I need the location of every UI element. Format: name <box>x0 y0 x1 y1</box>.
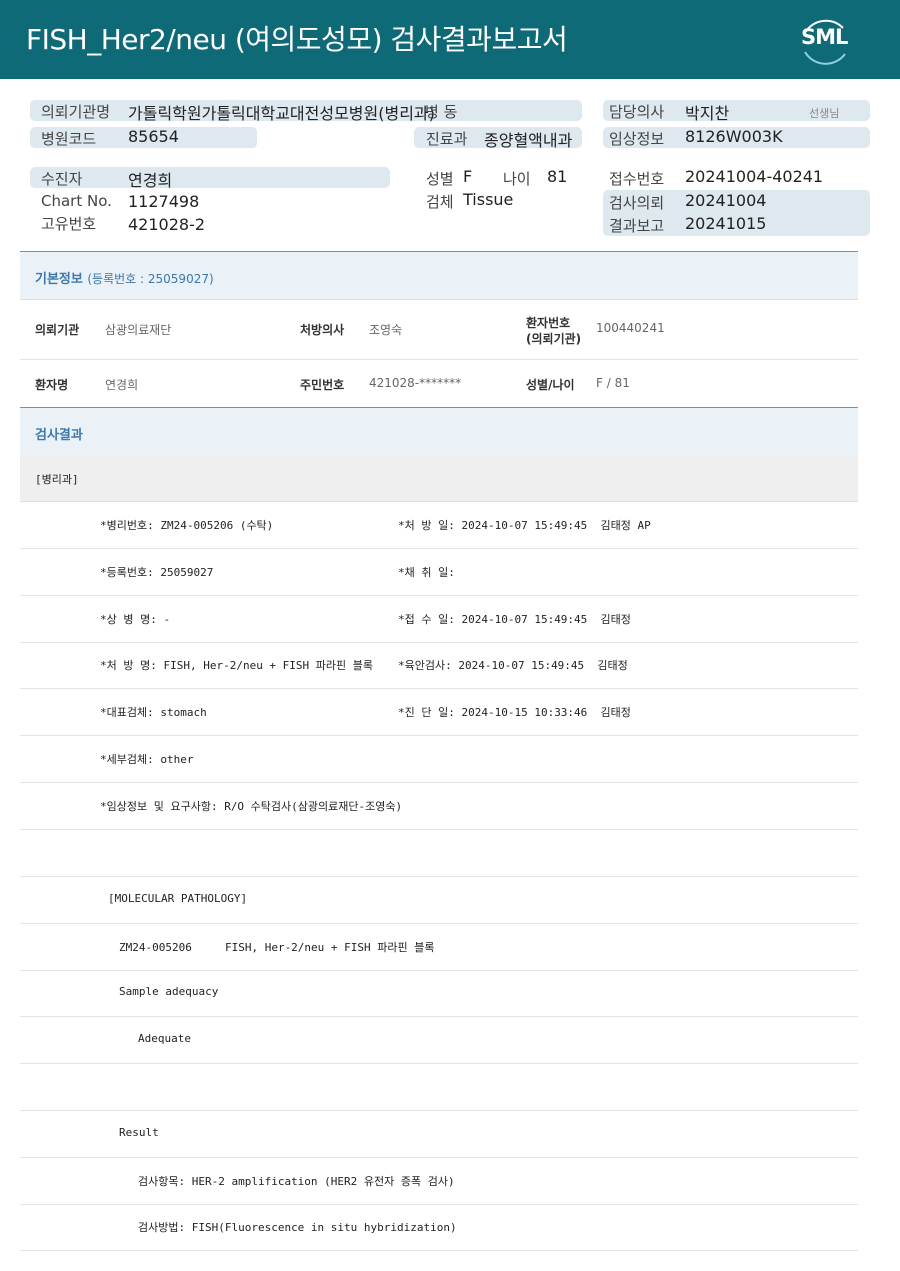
resident-number-key: 주민번호 <box>300 378 345 392</box>
sex-label: 성별 <box>426 170 454 188</box>
basic-info-title: 기본정보 (등록번호 : 25059027) <box>35 268 214 287</box>
receipt-value: 20241004-40241 <box>685 167 824 186</box>
result-field-left: *상 병 명: - <box>100 613 171 626</box>
result-field-left: *등록번호: 25059027 <box>100 566 214 579</box>
chart-label: Chart No. <box>41 192 112 210</box>
report-row: Sample adequacy <box>20 970 858 1017</box>
result-row: *대표검체: stomach *진 단 일: 2024-10-15 10:33:4… <box>20 689 858 736</box>
results-title: 검사결과 <box>35 428 83 443</box>
registration-note: (등록번호 : 25059027) <box>87 272 214 286</box>
requester-org-key: 의뢰기관 <box>35 323 80 337</box>
specimen-value: Tissue <box>463 190 514 209</box>
patient-number-key: 환자번호 <box>526 316 571 330</box>
unique-label: 고유번호 <box>41 215 97 233</box>
report-line-text: [MOLECULAR PATHOLOGY] <box>108 892 248 905</box>
result-field-right: *처 방 일: 2024-10-07 15:49:45 김태정 AP <box>398 519 651 532</box>
sml-logo: SML <box>795 10 855 70</box>
report-line-text: ZM24-005206 FISH, Her-2/neu + FISH 파라핀 블… <box>119 941 435 954</box>
age-value: 81 <box>547 167 568 186</box>
requester-value: 가톨릭학원가톨릭대학교대전성모병원(병리과) <box>128 104 435 123</box>
basic-info-row: 환자명 연경희 주민번호 421028-******* 성별/나이 F / 81 <box>20 360 858 408</box>
unique-value: 421028-2 <box>128 215 206 234</box>
prescriber-value: 조영숙 <box>369 323 403 337</box>
department-subheader: [병리과] <box>20 455 858 502</box>
patient-name-value: 연경희 <box>105 378 139 392</box>
prescriber-key: 처방의사 <box>300 323 345 337</box>
clinical-label: 임상정보 <box>609 130 665 148</box>
department-label: [병리과] <box>35 473 79 486</box>
logo-text: SML <box>801 25 848 49</box>
results-header: 검사결과 <box>20 408 858 456</box>
basic-info-title-text: 기본정보 <box>35 272 83 287</box>
result-field-left: *세부검체: other <box>100 753 194 766</box>
hospital-code-value: 85654 <box>128 127 179 146</box>
result-field-right: *채 취 일: <box>398 566 455 579</box>
requester-label: 의뢰기관명 <box>41 103 111 121</box>
result-field-right: *육안검사: 2024-10-07 15:49:45 김태정 <box>398 659 628 672</box>
chart-value: 1127498 <box>128 192 200 211</box>
resident-number-value: 421028-******* <box>369 376 462 390</box>
report-date-value: 20241015 <box>685 214 767 233</box>
doctor-value: 박지찬 <box>685 104 730 123</box>
sex-age-key: 성별/나이 <box>526 378 575 392</box>
report-line-text: Adequate <box>138 1032 191 1045</box>
clinical-value: 8126W003K <box>685 127 783 146</box>
result-field-right: *접 수 일: 2024-10-07 15:49:45 김태정 <box>398 613 631 626</box>
age-label: 나이 <box>503 170 531 188</box>
report-title: FISH_Her2/neu (여의도성모) 검사결과보고서 <box>26 23 568 56</box>
dept-label: 진료과 <box>426 130 468 148</box>
report-line-text: 검사항목: HER-2 amplification (HER2 유전자 증폭 검… <box>138 1175 455 1188</box>
result-field-left: *처 방 명: FISH, Her-2/neu + FISH 파라핀 블록 <box>100 659 374 672</box>
report-line-text: Result <box>119 1126 159 1139</box>
result-field-left: *병리번호: ZM24-005206 (수탁) <box>100 519 274 532</box>
result-row: *병리번호: ZM24-005206 (수탁) *처 방 일: 2024-10-0… <box>20 502 858 549</box>
doctor-suffix: 선생님 <box>809 107 840 120</box>
report-row: [MOLECULAR PATHOLOGY] <box>20 877 858 924</box>
dept-value: 종양혈액내과 <box>484 131 573 150</box>
hospital-code-label: 병원코드 <box>41 130 97 148</box>
report-row <box>20 830 858 877</box>
request-date-value: 20241004 <box>685 191 767 210</box>
specimen-label: 검체 <box>426 193 454 211</box>
patient-label: 수진자 <box>41 170 83 188</box>
patient-pill <box>30 167 390 188</box>
report-date-label: 결과보고 <box>609 217 665 235</box>
result-row: *상 병 명: - *접 수 일: 2024-10-07 15:49:45 김태정 <box>20 596 858 643</box>
ward-label: 병 동 <box>425 103 458 121</box>
patient-number-key-sub: (의뢰기관) <box>526 332 582 346</box>
report-line-text: 검사방법: FISH(Fluorescence in situ hybridiz… <box>138 1221 457 1234</box>
result-field-left: *대표검체: stomach <box>100 706 207 719</box>
report-row: 검사항목: HER-2 amplification (HER2 유전자 증폭 검… <box>20 1158 858 1205</box>
basic-info-header: 기본정보 (등록번호 : 25059027) <box>20 251 858 300</box>
report-row: ZM24-005206 FISH, Her-2/neu + FISH 파라핀 블… <box>20 924 858 971</box>
doctor-label: 담당의사 <box>609 103 665 121</box>
result-row: *처 방 명: FISH, Her-2/neu + FISH 파라핀 블록 *육안… <box>20 642 858 689</box>
patient-value: 연경희 <box>128 171 173 190</box>
report-row <box>20 1064 858 1111</box>
patient-name-key: 환자명 <box>35 378 69 392</box>
result-field-right: *진 단 일: 2024-10-15 10:33:46 김태정 <box>398 706 631 719</box>
report-line-text: Sample adequacy <box>119 985 219 998</box>
report-header-bar: FISH_Her2/neu (여의도성모) 검사결과보고서 SML <box>0 0 900 79</box>
result-field-left: *임상정보 및 요구사항: R/O 수탁검사(삼광의료재단-조영숙) <box>100 800 403 813</box>
result-row: *등록번호: 25059027 *채 취 일: <box>20 549 858 596</box>
basic-info-row: 의뢰기관 삼광의료재단 처방의사 조영숙 환자번호 (의뢰기관) 1004402… <box>20 299 858 360</box>
result-row: *세부검체: other <box>20 736 858 783</box>
report-row: Adequate <box>20 1017 858 1064</box>
report-row: 검사방법: FISH(Fluorescence in situ hybridiz… <box>20 1204 858 1251</box>
sex-value: F <box>463 167 473 186</box>
patient-number-value: 100440241 <box>596 321 665 335</box>
request-date-label: 검사의뢰 <box>609 194 665 212</box>
report-row: Result <box>20 1111 858 1158</box>
result-row: *임상정보 및 요구사항: R/O 수탁검사(삼광의료재단-조영숙) <box>20 783 858 830</box>
sex-age-value: F / 81 <box>596 376 630 390</box>
receipt-label: 접수번호 <box>609 170 665 188</box>
requester-org-value: 삼광의료재단 <box>105 323 172 337</box>
